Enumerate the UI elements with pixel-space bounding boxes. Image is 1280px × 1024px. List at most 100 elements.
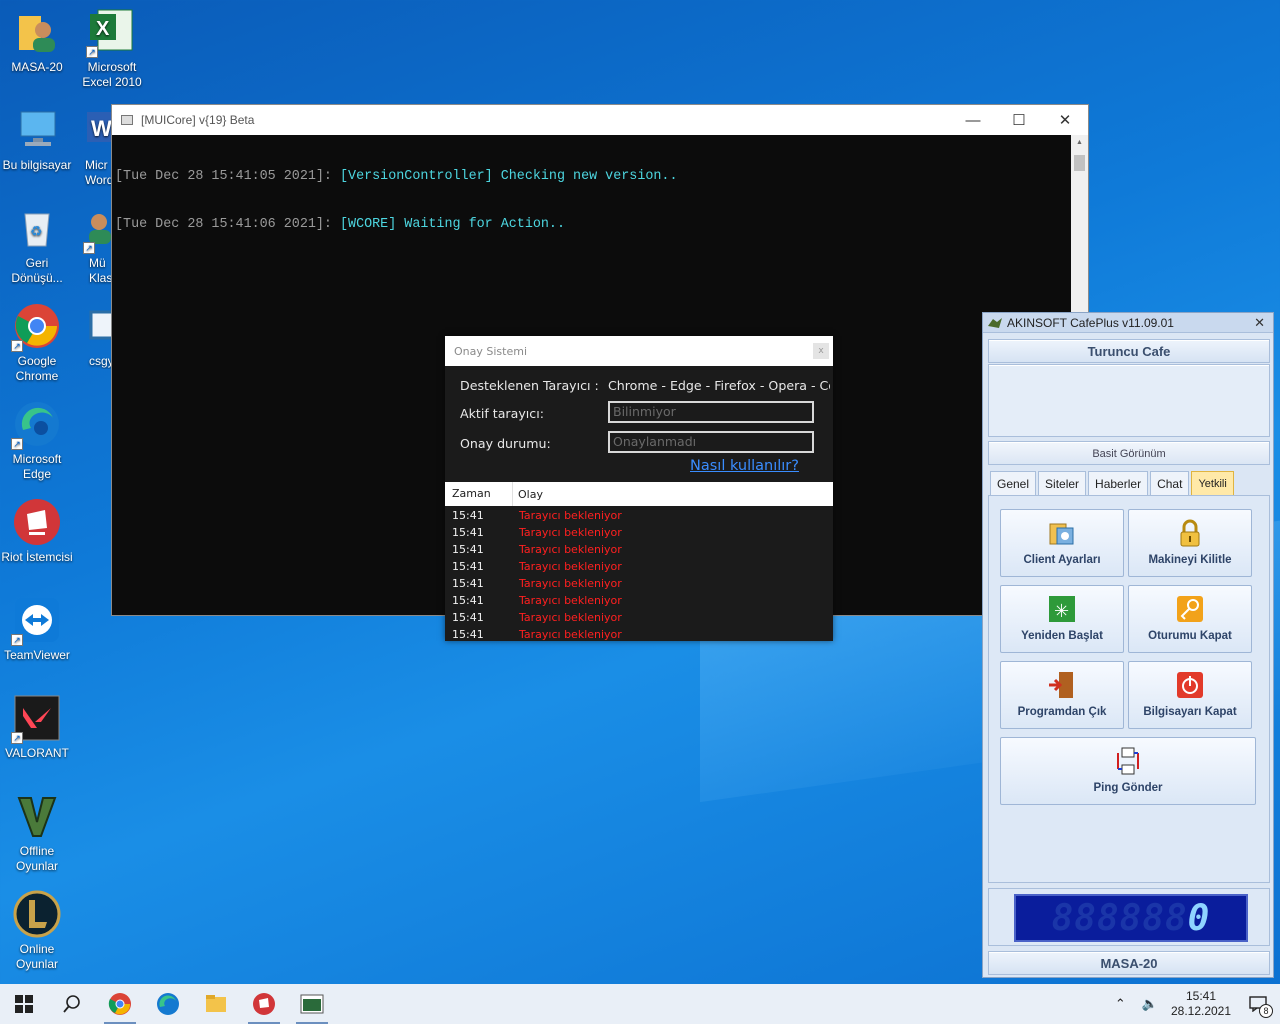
cafeplus-tabs: Genel Siteler Haberler Chat Yetkili [990, 471, 1236, 495]
desktop-icon-offline[interactable]: Offline Oyunlar [0, 792, 74, 874]
shutdown-button[interactable]: Bilgisayarı Kapat [1128, 661, 1252, 729]
column-header-time[interactable]: Zaman [445, 482, 513, 506]
shortcut-arrow-icon: ↗ [11, 340, 23, 352]
tab-siteler[interactable]: Siteler [1038, 471, 1087, 495]
desktop-icon-riot[interactable]: Riot İstemcisi [0, 498, 74, 565]
desktop-icon-edge[interactable]: ↗ Microsoft Edge [0, 400, 74, 482]
taskbar-edge[interactable] [144, 984, 192, 1024]
button-label: Yeniden Başlat [1021, 630, 1103, 642]
desktop-icon-label: Riot İstemcisi [1, 550, 73, 564]
table-row[interactable]: 15:41 Tarayıcı bekleniyor [445, 525, 833, 542]
table-row[interactable]: 15:41 Tarayıcı bekleniyor [445, 627, 833, 644]
taskbar-chrome[interactable] [96, 984, 144, 1024]
onay-title: Onay Sistemi [454, 344, 527, 358]
console-output[interactable]: [Tue Dec 28 15:41:05 2021]: [VersionCont… [112, 135, 1088, 265]
search-button[interactable] [48, 984, 96, 1024]
desktop-icon-label: Mü Klas [89, 256, 113, 285]
logout-button[interactable]: Oturumu Kapat [1128, 585, 1252, 653]
desktop-icon-bu-bilgisayar[interactable]: Bu bilgisayar [0, 106, 74, 173]
shortcut-arrow-icon: ↗ [83, 242, 95, 254]
exit-door-icon [1049, 672, 1073, 698]
time-counter: 888888 0 [988, 888, 1270, 946]
yetkili-tab-panel: Client Ayarları Makineyi Kilitle ✳ Yenid… [988, 495, 1270, 883]
desktop-icon-label: Google Chrome [15, 354, 59, 383]
lcd-dim-digits: 888888 [1051, 897, 1188, 939]
desktop-icon-word[interactable]: W Micr Word [75, 106, 113, 188]
riot-icon [253, 993, 275, 1015]
table-row[interactable]: 15:41 Tarayıcı bekleniyor [445, 542, 833, 559]
tab-haberler[interactable]: Haberler [1088, 471, 1149, 495]
notification-center-button[interactable]: 8 [1236, 984, 1280, 1024]
send-ping-button[interactable]: Ping Gönder [1000, 737, 1256, 805]
close-button[interactable]: ✕ [1042, 105, 1088, 135]
recycle-bin-icon: ♻ [13, 204, 61, 252]
exit-program-button[interactable]: Programdan Çık [1000, 661, 1124, 729]
shortcut-arrow-icon: ↗ [11, 634, 23, 646]
search-icon [63, 995, 80, 1013]
console-titlebar[interactable]: [MUICore] v{19} Beta — ☐ ✕ [112, 105, 1088, 135]
button-label: Client Ayarları [1023, 554, 1101, 566]
table-row[interactable]: 15:41 Tarayıcı bekleniyor [445, 559, 833, 576]
active-browser-field[interactable]: Bilinmiyor [608, 401, 814, 423]
close-button[interactable]: ✕ [1254, 315, 1265, 331]
desktop-icon-recycle-bin[interactable]: ♻ Geri Dönüşü... [0, 204, 74, 286]
lcd-lit-digit: 0 [1187, 897, 1211, 939]
help-link[interactable]: Nasıl kullanılır? [690, 458, 799, 474]
desktop-icon-excel[interactable]: X ↗ Microsoft Excel 2010 [75, 8, 149, 90]
button-label: Ping Gönder [1093, 782, 1163, 794]
button-label: Oturumu Kapat [1148, 630, 1232, 642]
column-header-event[interactable]: Olay [513, 488, 543, 501]
settings-icon [1049, 523, 1074, 545]
table-row[interactable]: 15:41 Tarayıcı bekleniyor [445, 508, 833, 525]
lock-machine-button[interactable]: Makineyi Kilitle [1128, 509, 1252, 577]
restart-button[interactable]: ✳ Yeniden Başlat [1000, 585, 1124, 653]
view-mode-button[interactable]: Basit Görünüm [988, 441, 1270, 465]
event-table-body[interactable]: 15:41 Tarayıcı bekleniyor 15:41 Tarayıcı b… [445, 508, 833, 644]
desktop-icon-teamviewer[interactable]: ↗ TeamViewer [0, 596, 74, 663]
table-row[interactable]: 15:41 Tarayıcı bekleniyor [445, 610, 833, 627]
desktop-icon-online[interactable]: Online Oyunlar [0, 890, 74, 972]
approval-status-field[interactable]: Onaylanmadı [608, 431, 814, 453]
tab-yetkili[interactable]: Yetkili [1191, 471, 1234, 495]
desktop-icon-muzik[interactable]: ↗ Mü Klas [75, 204, 113, 286]
clock[interactable]: 15:41 28.12.2021 [1166, 989, 1236, 1019]
notification-badge: 8 [1259, 1004, 1273, 1018]
gta-v-icon [13, 792, 61, 840]
start-button[interactable] [0, 984, 48, 1024]
edge-icon [157, 993, 179, 1015]
table-row[interactable]: 15:41 Tarayıcı bekleniyor [445, 593, 833, 610]
league-icon [13, 890, 61, 938]
maximize-button[interactable]: ☐ [996, 105, 1042, 135]
system-tray: ⌃ 🔈 15:41 28.12.2021 8 [1107, 984, 1280, 1024]
chevron-up-icon[interactable]: ⌃ [1115, 996, 1126, 1012]
taskbar-riot[interactable] [240, 984, 288, 1024]
desktop-icon-csgo[interactable]: csgy [75, 302, 113, 369]
folder-user-icon: ↗ [83, 204, 113, 254]
clock-date: 28.12.2021 [1170, 1004, 1232, 1018]
desktop-icon-masa20[interactable]: MASA-20 [0, 8, 74, 75]
close-button[interactable]: x [813, 343, 829, 359]
valorant-icon: ↗ [11, 694, 61, 744]
taskbar-file-explorer[interactable] [192, 984, 240, 1024]
console-app-icon [121, 115, 133, 125]
cafeplus-window[interactable]: AKINSOFT CafePlus v11.09.01 ✕ Turuncu Ca… [982, 312, 1274, 978]
table-row[interactable]: 15:41 Tarayıcı bekleniyor [445, 576, 833, 593]
onay-dialog[interactable]: Onay Sistemi x Desteklenen Tarayıcı : Ch… [445, 336, 833, 641]
active-browser-label: Aktif tarayıcı: [460, 406, 544, 421]
desktop-icon-chrome[interactable]: ↗ Google Chrome [0, 302, 74, 384]
desktop-icon-valorant[interactable]: ↗ VALORANT [0, 694, 74, 761]
scroll-thumb[interactable] [1074, 155, 1085, 171]
onay-titlebar[interactable]: Onay Sistemi x [445, 336, 833, 366]
speaker-icon[interactable]: 🔈 [1142, 996, 1158, 1012]
approval-status-label: Onay durumu: [460, 436, 551, 451]
minimize-button[interactable]: — [950, 105, 996, 135]
client-settings-button[interactable]: Client Ayarları [1000, 509, 1124, 577]
taskbar-console[interactable] [288, 984, 336, 1024]
scroll-up-icon[interactable]: ▲ [1076, 139, 1083, 146]
lock-icon [1180, 519, 1200, 547]
tab-chat[interactable]: Chat [1150, 471, 1190, 495]
desktop-icon-label: Geri Dönüşü... [11, 256, 63, 285]
tab-genel[interactable]: Genel [990, 471, 1037, 495]
cafeplus-titlebar[interactable]: AKINSOFT CafePlus v11.09.01 ✕ [983, 313, 1273, 333]
desktop-icon-label: Bu bilgisayar [2, 158, 72, 172]
